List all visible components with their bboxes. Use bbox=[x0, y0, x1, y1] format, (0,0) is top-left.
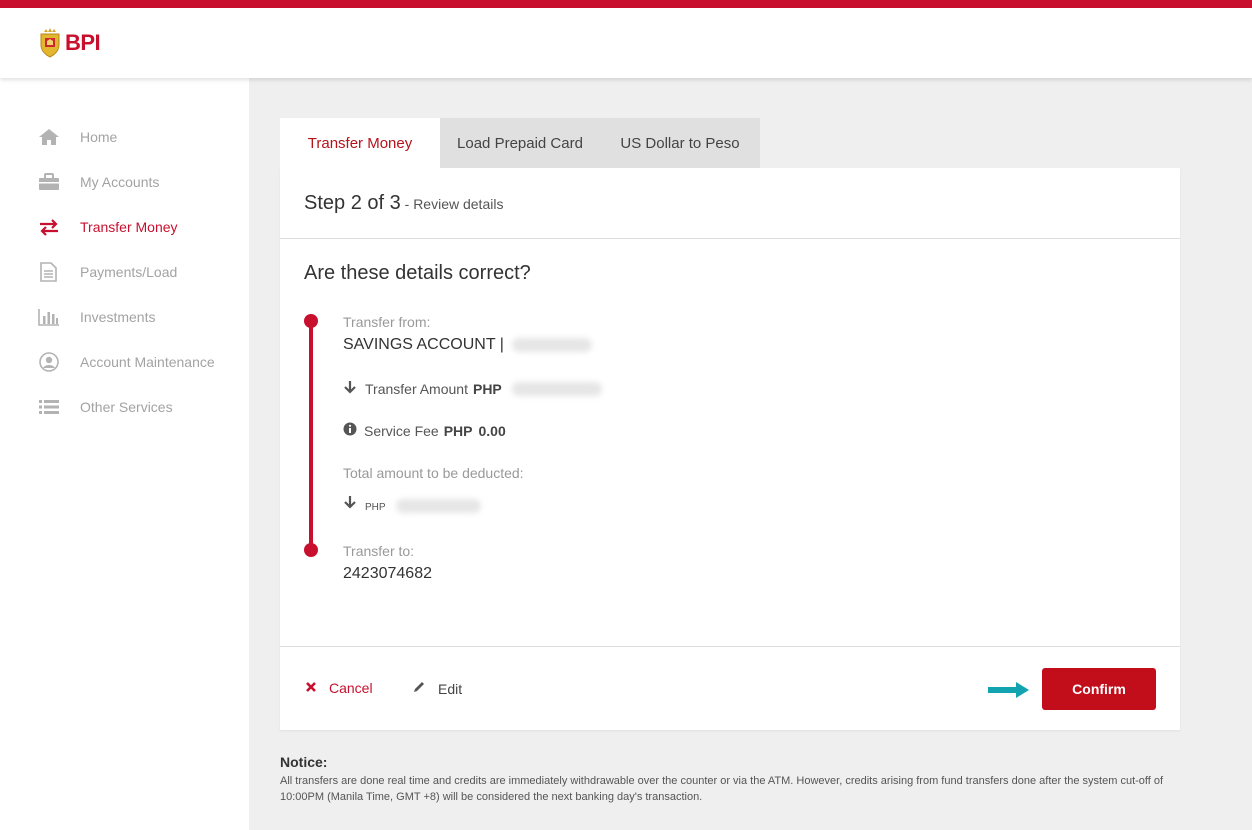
cancel-button[interactable]: Cancel bbox=[305, 680, 373, 696]
timeline-dot-from bbox=[304, 314, 318, 328]
edit-label: Edit bbox=[438, 680, 463, 697]
pencil-icon bbox=[412, 680, 426, 697]
list-icon bbox=[38, 397, 62, 417]
bar-chart-icon bbox=[38, 307, 62, 327]
redacted-account-number bbox=[511, 338, 592, 352]
arrow-down-icon bbox=[343, 495, 357, 512]
sidebar-item-home[interactable]: Home bbox=[38, 125, 117, 149]
sidebar-item-label: My Accounts bbox=[80, 174, 160, 190]
header: BPI bbox=[0, 8, 1252, 78]
tab-load-prepaid-card[interactable]: Load Prepaid Card bbox=[440, 118, 600, 168]
user-icon bbox=[38, 352, 62, 372]
sidebar-item-account-maintenance[interactable]: Account Maintenance bbox=[38, 350, 215, 374]
total-amount-row: PHP bbox=[343, 494, 481, 513]
edit-button[interactable]: Edit bbox=[412, 680, 462, 697]
timeline-dot-to bbox=[304, 543, 318, 557]
sidebar-item-label: Home bbox=[80, 129, 118, 145]
transfer-from-row: SAVINGS ACCOUNT | bbox=[343, 336, 592, 354]
service-fee-value: 0.00 bbox=[478, 422, 506, 439]
transfer-from-value: SAVINGS ACCOUNT | bbox=[343, 336, 504, 353]
brand-name: BPI bbox=[65, 30, 101, 55]
sidebar-item-transfer-money[interactable]: Transfer Money bbox=[38, 215, 178, 239]
notice-title: Notice: bbox=[280, 754, 328, 770]
sidebar-item-label: Investments bbox=[80, 309, 156, 325]
tab-transfer-money[interactable]: Transfer Money bbox=[280, 118, 440, 168]
close-icon bbox=[305, 680, 317, 696]
sidebar-item-label: Account Maintenance bbox=[80, 354, 215, 370]
transfer-tabs: Transfer Money Load Prepaid Card US Doll… bbox=[280, 118, 760, 168]
document-icon bbox=[38, 262, 62, 282]
review-card: Step 2 of 3 - Review details Are these d… bbox=[280, 168, 1180, 730]
transfer-amount-currency: PHP bbox=[472, 380, 502, 397]
service-fee-currency: PHP bbox=[443, 422, 473, 439]
timeline-line bbox=[309, 323, 313, 551]
sidebar: Home My Accounts Transfer Money Payments… bbox=[0, 78, 249, 830]
sidebar-item-other-services[interactable]: Other Services bbox=[38, 395, 173, 419]
home-icon bbox=[38, 127, 62, 147]
service-fee-row: Service Fee PHP 0.00 bbox=[343, 422, 506, 439]
divider bbox=[280, 646, 1180, 647]
bpi-crest-icon bbox=[40, 28, 60, 58]
step-heading: Step 2 of 3 - Review details bbox=[304, 192, 503, 215]
transfer-amount-row: Transfer Amount PHP bbox=[343, 380, 602, 397]
review-question: Are these details correct? bbox=[304, 262, 531, 284]
transfer-arrows-icon bbox=[38, 217, 62, 237]
sidebar-item-my-accounts[interactable]: My Accounts bbox=[38, 170, 159, 194]
briefcase-icon bbox=[38, 172, 62, 192]
sidebar-item-label: Transfer Money bbox=[80, 219, 178, 235]
bpi-logo[interactable]: BPI bbox=[38, 28, 101, 58]
sidebar-item-payments-load[interactable]: Payments/Load bbox=[38, 260, 177, 284]
service-fee-label: Service Fee bbox=[364, 422, 439, 439]
cancel-label: Cancel bbox=[329, 680, 373, 696]
info-icon bbox=[343, 422, 357, 439]
step-title: Step 2 of 3 bbox=[304, 192, 401, 214]
redacted-total-amount bbox=[395, 498, 481, 513]
sidebar-item-investments[interactable]: Investments bbox=[38, 305, 155, 329]
step-subtitle: - Review details bbox=[400, 196, 504, 212]
arrow-down-icon bbox=[343, 380, 357, 397]
redacted-transfer-amount bbox=[511, 381, 602, 396]
total-amount-label: Total amount to be deducted: bbox=[343, 465, 524, 481]
tab-us-dollar-to-peso[interactable]: US Dollar to Peso bbox=[600, 118, 760, 168]
transfer-to-value: 2423074682 bbox=[343, 565, 432, 582]
confirm-button[interactable]: Confirm bbox=[1042, 668, 1156, 710]
notice-text: All transfers are done real time and cre… bbox=[280, 775, 1164, 803]
sidebar-item-label: Payments/Load bbox=[80, 264, 178, 280]
total-amount-currency: PHP bbox=[365, 502, 386, 513]
arrow-right-icon bbox=[988, 681, 1030, 704]
transfer-to-label: Transfer to: bbox=[343, 543, 415, 559]
top-accent-bar bbox=[0, 0, 1252, 8]
transfer-from-label: Transfer from: bbox=[343, 314, 431, 330]
divider bbox=[280, 238, 1180, 239]
transfer-amount-label: Transfer Amount bbox=[365, 380, 468, 397]
sidebar-item-label: Other Services bbox=[80, 399, 173, 415]
